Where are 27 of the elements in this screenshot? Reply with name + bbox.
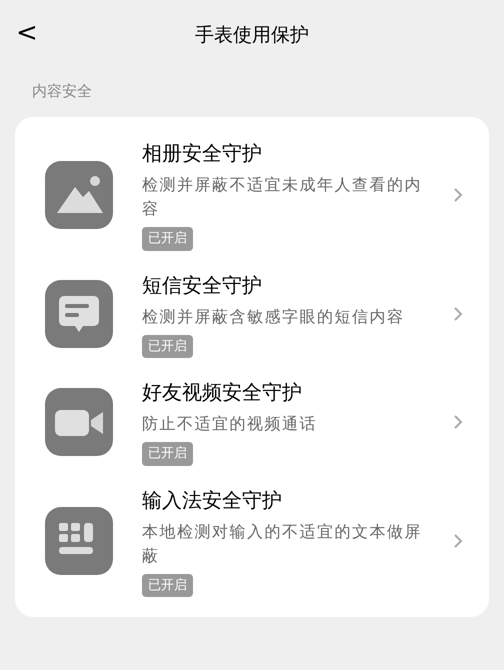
- settings-row[interactable]: 相册安全守护 检测并屏蔽不适宜未成年人查看的内容 已开启: [15, 129, 489, 260]
- chevron-icon: [453, 414, 463, 430]
- page-title: 手表使用保护: [195, 22, 309, 48]
- chevron-icon: [453, 186, 463, 203]
- item-title: 短信安全守护: [142, 272, 263, 298]
- video-camera-icon: [45, 388, 113, 456]
- item-description: 检测并屏蔽不适宜未成年人查看的内容: [142, 174, 423, 220]
- mountain-photo-icon: [45, 160, 113, 229]
- back-button[interactable]: <: [16, 20, 38, 46]
- message-bubble-icon: [45, 280, 113, 348]
- status-badge: 已开启: [142, 334, 193, 358]
- keypad-icon: [45, 507, 113, 576]
- chevron-icon: [453, 533, 463, 550]
- settings-row[interactable]: 好友视频安全守护 防止不适宜的视频通话 已开启: [15, 368, 489, 476]
- chevron-icon: [453, 306, 463, 322]
- item-description: 本地检测对输入的不适宜的文本做屏蔽: [142, 520, 423, 566]
- item-description: 防止不适宜的视频通话: [142, 413, 318, 435]
- status-badge: 已开启: [142, 227, 193, 250]
- item-title: 相册安全守护: [142, 140, 263, 167]
- status-badge: 已开启: [142, 442, 193, 466]
- section-label: 内容安全: [32, 84, 93, 99]
- settings-row[interactable]: 输入法安全守护 本地检测对输入的不适宜的文本做屏蔽 已开启: [15, 476, 489, 607]
- item-description: 检测并屏蔽含敏感字眼的短信内容: [142, 306, 406, 328]
- item-title: 好友视频安全守护: [142, 379, 303, 406]
- status-badge: 已开启: [142, 574, 193, 597]
- item-title: 输入法安全守护: [142, 486, 283, 514]
- settings-row[interactable]: 短信安全守护 检测并屏蔽含敏感字眼的短信内容 已开启: [15, 260, 489, 368]
